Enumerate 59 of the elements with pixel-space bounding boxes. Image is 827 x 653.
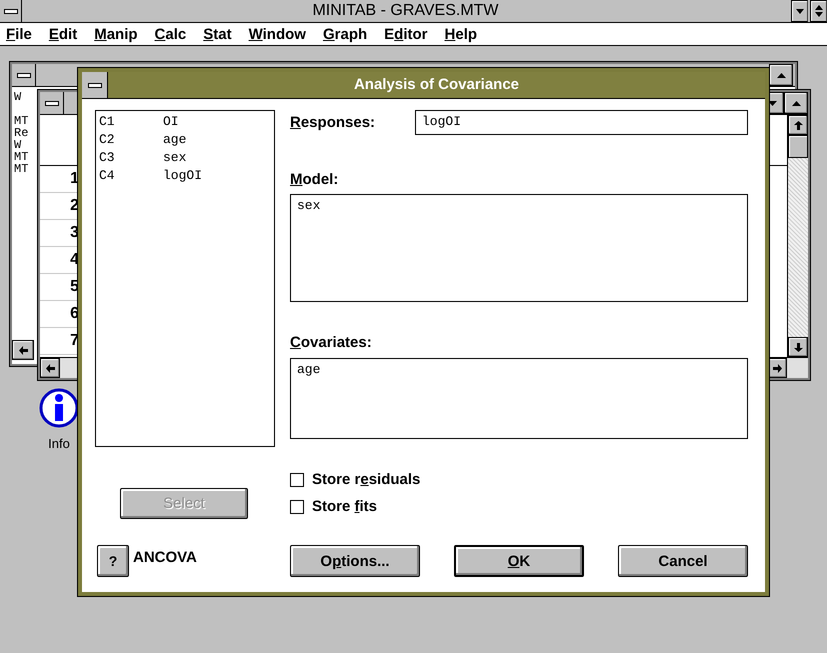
left-arrow-icon — [18, 346, 28, 354]
menu-item[interactable]: Calc — [154, 26, 186, 42]
right-arrow-icon — [772, 364, 782, 372]
dialog-button[interactable]: Cancel — [618, 545, 748, 577]
scroll-thumb[interactable] — [788, 135, 808, 158]
help-button[interactable]: ? — [97, 545, 129, 577]
scroll-left-button[interactable] — [12, 340, 34, 360]
info-icon[interactable] — [39, 388, 79, 428]
minimize-button[interactable] — [791, 0, 808, 22]
field-label: Covariates: — [290, 334, 372, 351]
maximize-button[interactable] — [784, 92, 808, 114]
vertical-scrollbar[interactable] — [787, 115, 808, 357]
menu-item[interactable]: Editor — [384, 26, 428, 42]
variable-item[interactable]: C4 logOI — [99, 167, 271, 185]
variable-item[interactable]: C3 sex — [99, 149, 271, 167]
menu-item[interactable]: Manip — [94, 26, 138, 42]
up-arrow-icon — [794, 120, 802, 130]
up-arrow-icon — [776, 72, 786, 78]
down-arrow-icon — [794, 342, 802, 352]
scroll-up-button[interactable] — [788, 115, 808, 135]
checkbox-label[interactable]: Store residuals — [312, 471, 420, 488]
menu-item[interactable]: Edit — [48, 26, 78, 42]
variable-list[interactable]: C1 OI C2 age C3 sex C4 logOI — [95, 110, 275, 447]
icon-label: Info — [48, 436, 70, 451]
variable-item[interactable]: C2 age — [99, 131, 271, 149]
checkbox[interactable] — [290, 472, 304, 486]
window-menu-button[interactable] — [82, 72, 108, 98]
dialog-title: Analysis of Covariance — [352, 75, 520, 95]
help-topic: ANCOVA — [133, 549, 197, 566]
menu-item[interactable]: Window — [248, 26, 306, 42]
responses-field[interactable]: logOI — [415, 110, 748, 135]
session-text: Re — [14, 126, 28, 140]
dialog-button[interactable]: OK — [454, 545, 584, 577]
dialog-button[interactable]: Options... — [290, 545, 420, 577]
checkbox[interactable] — [290, 500, 304, 514]
field-label: Model: — [290, 171, 338, 188]
maximize-button[interactable] — [769, 64, 793, 86]
model-field[interactable]: sex — [290, 194, 748, 302]
up-down-arrow-icon — [814, 5, 822, 17]
session-text: MT — [14, 162, 28, 176]
field-label: Responses: — [290, 114, 376, 131]
covariates-field[interactable]: age — [290, 358, 748, 439]
down-arrow-icon — [796, 8, 804, 14]
scroll-left-button[interactable] — [40, 358, 60, 378]
menu-item[interactable]: Stat — [203, 26, 232, 42]
window-title: MINITAB - GRAVES.MTW — [311, 1, 500, 21]
session-text: MT — [14, 150, 28, 164]
variable-item[interactable]: C1 OI — [99, 113, 271, 131]
menu-item[interactable]: File — [6, 26, 32, 42]
session-text: MT — [14, 114, 28, 128]
restore-button[interactable] — [810, 0, 827, 22]
menu-item[interactable]: Graph — [322, 26, 368, 42]
scroll-down-button[interactable] — [788, 337, 808, 357]
up-arrow-icon — [792, 100, 800, 106]
menu-item[interactable]: Help — [444, 26, 478, 42]
left-arrow-icon — [46, 364, 54, 372]
checkbox-label[interactable]: Store fits — [312, 498, 378, 515]
session-text: W — [14, 90, 22, 104]
session-text: W — [14, 138, 22, 152]
